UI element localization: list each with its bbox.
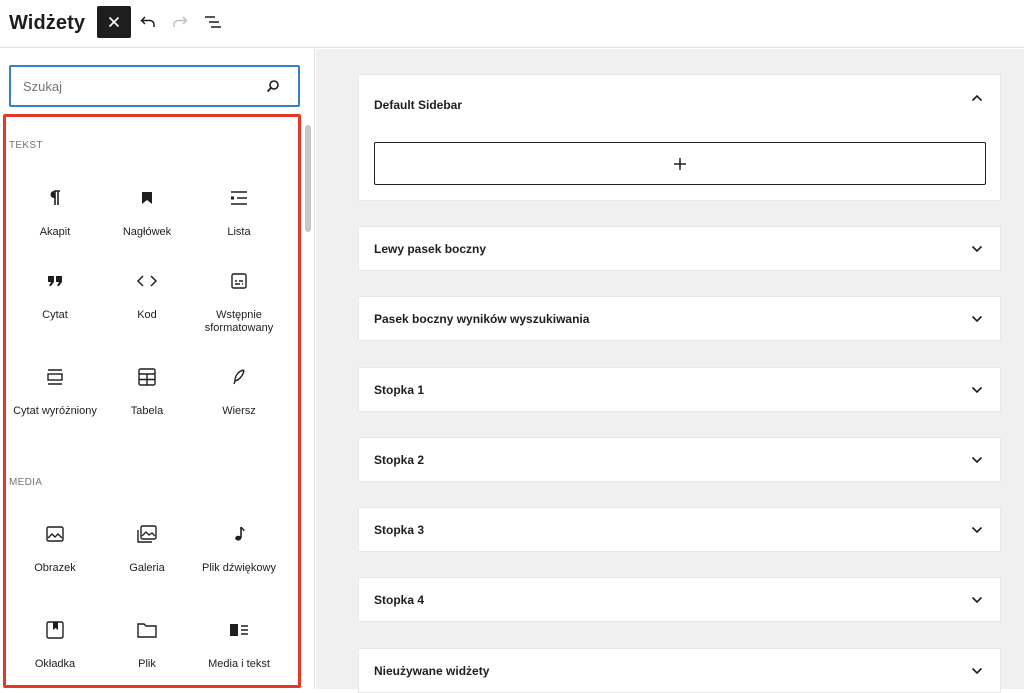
- preformatted-icon: [231, 273, 247, 289]
- gallery-icon: [137, 525, 157, 543]
- widget-area-inactive[interactable]: Nieużywane widżety: [358, 648, 1001, 693]
- widget-area-default-sidebar[interactable]: Default Sidebar: [358, 74, 1001, 201]
- chevron-down-icon[interactable]: [970, 312, 984, 326]
- block-verse[interactable]: Wiersz: [193, 365, 285, 418]
- block-quote[interactable]: Cytat: [9, 269, 101, 322]
- widget-area-footer-4[interactable]: Stopka 4: [358, 577, 1001, 622]
- widget-area-search-sidebar[interactable]: Pasek boczny wyników wyszukiwania: [358, 296, 1001, 341]
- list-view-button[interactable]: [201, 10, 225, 34]
- widget-area-title: Lewy pasek boczny: [374, 241, 487, 256]
- chevron-down-icon[interactable]: [970, 242, 984, 256]
- block-pullquote[interactable]: Cytat wyróżniony: [9, 365, 101, 418]
- block-audio[interactable]: Plik dźwiękowy: [193, 522, 285, 575]
- block-image[interactable]: Obrazek: [9, 522, 101, 575]
- block-label: Wiersz: [222, 405, 256, 417]
- list-view-icon: [205, 16, 221, 28]
- block-preformatted[interactable]: Wstępnie sformatowany: [193, 269, 285, 335]
- widget-area-title: Pasek boczny wyników wyszukiwania: [374, 311, 590, 326]
- pullquote-icon: [47, 369, 63, 385]
- block-label: Lista: [227, 226, 251, 238]
- scrollbar[interactable]: [305, 125, 311, 232]
- file-icon: [137, 623, 157, 638]
- block-label: Cytat wyróżniony: [13, 405, 97, 417]
- widget-area-footer-2[interactable]: Stopka 2: [358, 437, 1001, 482]
- block-label: Plik: [138, 658, 156, 670]
- redo-icon: [173, 16, 188, 27]
- widget-area-title: Stopka 2: [374, 452, 425, 467]
- widget-area-left-sidebar[interactable]: Lewy pasek boczny: [358, 226, 1001, 271]
- block-code[interactable]: Kod: [101, 269, 193, 322]
- search-icon[interactable]: [266, 79, 280, 98]
- block-label: Tabela: [130, 405, 164, 417]
- category-label-media: MEDIA: [9, 477, 43, 488]
- audio-icon: [235, 526, 245, 541]
- paragraph-icon: [50, 190, 60, 205]
- image-icon: [46, 526, 64, 542]
- widget-area-title: Stopka 1: [374, 382, 425, 397]
- chevron-down-icon[interactable]: [970, 523, 984, 537]
- block-label: Galeria: [129, 562, 165, 574]
- block-label: Plik dźwiękowy: [202, 562, 276, 574]
- plus-icon: [674, 157, 686, 170]
- chevron-down-icon[interactable]: [970, 593, 984, 607]
- verse-icon: [233, 369, 245, 385]
- widget-area-title: Nieużywane widżety: [374, 663, 490, 678]
- widget-area-footer-1[interactable]: Stopka 1: [358, 367, 1001, 412]
- list-icon: [231, 191, 247, 205]
- header-toolbar: Widżety: [0, 0, 1024, 48]
- block-label: Obrazek: [34, 562, 76, 574]
- block-heading[interactable]: Nagłówek: [101, 186, 193, 239]
- undo-icon: [140, 16, 155, 27]
- chevron-down-icon[interactable]: [970, 453, 984, 467]
- block-cover[interactable]: Okładka: [9, 618, 101, 671]
- widget-areas-canvas: Default Sidebar Lewy pasek boczny Pasek …: [316, 49, 1024, 693]
- block-label: Cytat: [42, 309, 68, 321]
- widget-area-title: Stopka 4: [374, 592, 425, 607]
- block-table[interactable]: Tabela: [101, 365, 193, 418]
- block-label: Okładka: [34, 658, 76, 670]
- media-text-icon: [230, 624, 248, 636]
- block-gallery[interactable]: Galeria: [101, 522, 193, 575]
- close-inserter-button[interactable]: [97, 6, 131, 38]
- block-file[interactable]: Plik: [101, 618, 193, 671]
- chevron-up-icon[interactable]: [970, 91, 984, 105]
- heading-icon: [142, 192, 152, 204]
- redo-button[interactable]: [168, 10, 192, 34]
- block-label: Nagłówek: [122, 226, 172, 238]
- page-title: Widżety: [9, 12, 86, 34]
- close-icon: [108, 16, 120, 28]
- block-label: Akapit: [39, 226, 71, 238]
- table-icon: [138, 368, 156, 386]
- undo-button[interactable]: [136, 10, 160, 34]
- category-label-text: TEKST: [9, 140, 43, 151]
- cover-icon: [46, 621, 64, 639]
- widget-area-title: Stopka 3: [374, 522, 425, 537]
- chevron-down-icon[interactable]: [970, 664, 984, 678]
- chevron-down-icon[interactable]: [970, 383, 984, 397]
- quote-icon: [48, 276, 62, 286]
- widget-area-footer-3[interactable]: Stopka 3: [358, 507, 1001, 552]
- block-label: Media i tekst: [208, 658, 270, 670]
- search-box: [9, 65, 300, 107]
- block-label: Wstępnie sformatowany: [204, 309, 274, 334]
- code-icon: [137, 275, 157, 287]
- widget-area-title: Default Sidebar: [374, 98, 463, 112]
- block-list[interactable]: Lista: [193, 186, 285, 239]
- add-block-button[interactable]: [374, 142, 986, 185]
- search-input[interactable]: [23, 77, 253, 95]
- block-label: Kod: [137, 309, 157, 321]
- block-paragraph[interactable]: Akapit: [9, 186, 101, 239]
- block-inserter-panel: TEKST Akapit Nagłówek Lista Cytat Kod Ws…: [0, 49, 315, 689]
- block-media-text[interactable]: Media i tekst: [193, 618, 285, 671]
